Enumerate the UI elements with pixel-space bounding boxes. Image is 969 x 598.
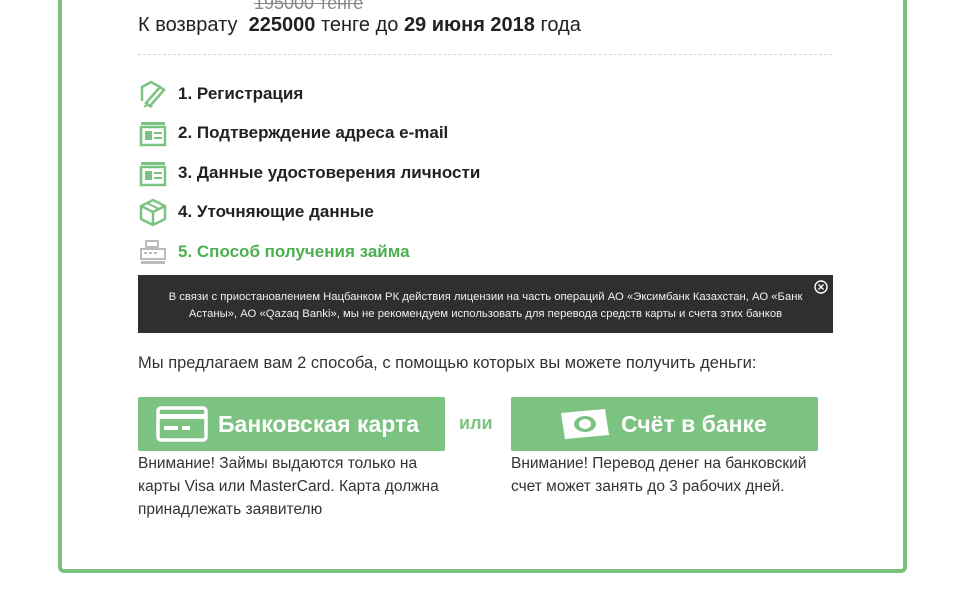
step-registration: 1. Регистрация (138, 74, 832, 114)
id-card-icon (138, 118, 168, 148)
old-amount: 195000 тенге (254, 0, 364, 13)
bank-account-note: Внимание! Перевод денег на банковский сч… (511, 455, 807, 495)
step-label: 5. Способ получения займа (178, 241, 410, 261)
cube-icon (138, 197, 168, 227)
step-label: 3. Данные удостоверения личности (178, 162, 481, 182)
step-details: 4. Уточняющие данные (138, 193, 832, 233)
or-label: или (459, 413, 493, 433)
offer-text: Мы предлагаем вам 2 способа, с помощью к… (138, 354, 757, 372)
divider (138, 54, 832, 55)
repay-summary: К возврату 225000 тенге до 29 июня 2018 … (138, 14, 581, 37)
close-icon[interactable] (814, 280, 828, 294)
step-label: 2. Подтверждение адреса e-mail (178, 123, 449, 143)
bank-card-button[interactable]: Банковская карта (138, 397, 445, 451)
bank-notice: В связи с приостановлением Нацбанком РК … (138, 275, 833, 333)
step-email: 2. Подтверждение адреса e-mail (138, 114, 832, 154)
cash-register-icon (138, 237, 168, 267)
bank-account-button[interactable]: Счёт в банке (511, 397, 818, 451)
id-card-icon (138, 158, 168, 188)
bank-card-note: Внимание! Займы выдаются только на карты… (138, 455, 439, 518)
bank-card-label: Банковская карта (218, 410, 420, 437)
step-label: 1. Регистрация (178, 83, 304, 103)
banknote-icon (559, 407, 611, 441)
notice-text: В связи с приостановлением Нацбанком РК … (168, 291, 803, 320)
signature-icon (138, 79, 168, 109)
steps-list: 1. Регистрация 2. Подтверждение адреса e… (138, 74, 832, 272)
repay-date: 29 июня 2018 (403, 14, 535, 36)
credit-card-icon (156, 406, 208, 442)
repay-prefix: К возврату (138, 14, 238, 36)
repay-mid: тенге до (320, 14, 399, 36)
step-label: 4. Уточняющие данные (178, 202, 374, 222)
repay-suffix: года (540, 14, 581, 36)
step-identity: 3. Данные удостоверения личности (138, 153, 832, 193)
bank-account-label: Счёт в банке (621, 410, 767, 437)
step-loan-method: 5. Способ получения займа (138, 232, 832, 272)
repay-amount: 225000 (248, 14, 316, 36)
